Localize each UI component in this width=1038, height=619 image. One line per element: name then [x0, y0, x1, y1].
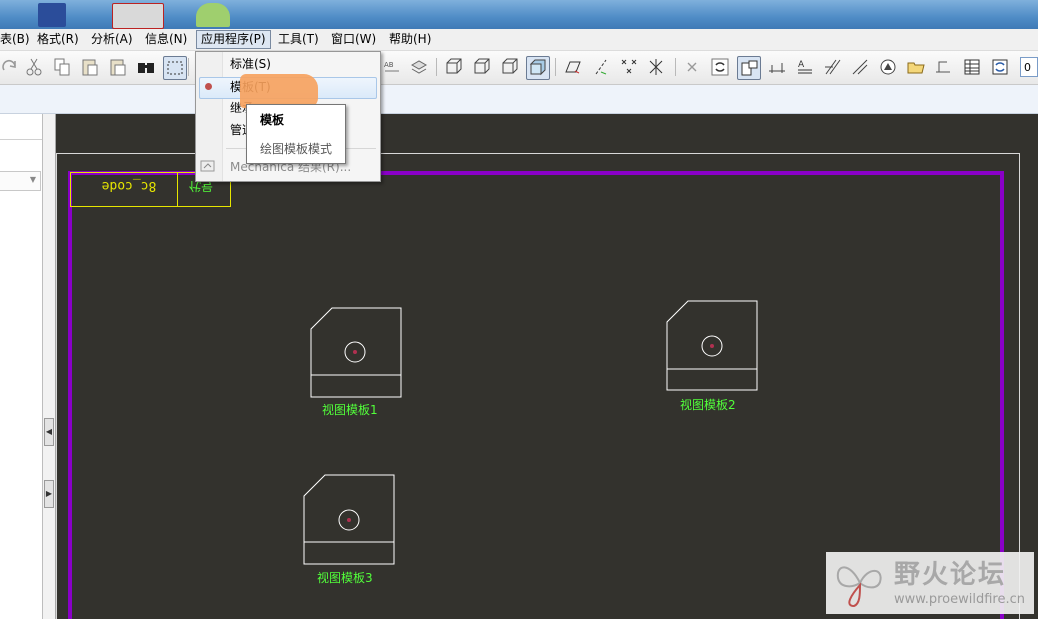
butterfly-logo-icon — [836, 566, 882, 608]
view-label-2: 视图模板2 — [680, 398, 736, 412]
tooltip-description: 绘图模板模式 — [260, 142, 333, 156]
taskbar-app-icon[interactable] — [196, 3, 230, 27]
panel-divider — [0, 139, 42, 140]
menu-analysis[interactable]: 分析(A) — [87, 31, 137, 48]
mechanica-results-icon — [200, 160, 215, 172]
select-box-icon[interactable] — [163, 56, 187, 80]
model-tree-panel[interactable]: ▼ — [0, 114, 43, 619]
slash-lines-icon[interactable] — [850, 57, 870, 77]
menu-bar: 表(B) 格式(R) 分析(A) 信息(N) 应用程序(P) 工具(T) 窗口(… — [0, 29, 1038, 51]
text-style-icon[interactable]: A — [795, 57, 815, 77]
menu-item-standard[interactable]: 标准(S) — [230, 54, 271, 74]
tree-filter-dropdown[interactable]: ▼ — [0, 171, 41, 191]
menu-window[interactable]: 窗口(W) — [327, 31, 380, 48]
menu-applications[interactable]: 应用程序(P) — [196, 30, 271, 49]
menu-table[interactable]: 表(B) — [0, 31, 34, 48]
lock-view-icon[interactable] — [737, 56, 761, 80]
watermark-title: 野火论坛 — [894, 560, 1007, 590]
collapse-left-icon[interactable]: ◀ — [44, 418, 54, 446]
view-3d-hidden-icon[interactable] — [472, 57, 492, 77]
datum-axis-icon[interactable] — [591, 57, 611, 77]
paste-icon[interactable] — [80, 57, 100, 77]
panel-splitter[interactable]: ◀ ▶ — [43, 114, 56, 619]
radio-selected-icon — [205, 83, 212, 90]
align-icon[interactable] — [767, 57, 787, 77]
edit-attach-icon[interactable] — [933, 57, 953, 77]
menu-tools[interactable]: 工具(T) — [274, 31, 323, 48]
view-template-2 — [666, 300, 758, 391]
sheet-outer-border — [56, 153, 1020, 619]
cut-icon[interactable] — [24, 57, 44, 77]
view-label-1: 视图模板1 — [322, 403, 378, 417]
toolbar-value-field[interactable]: 0 — [1020, 57, 1038, 77]
forum-watermark: 野火论坛 www.proewildfire.cn — [826, 552, 1034, 614]
view-3d-wire-icon[interactable] — [444, 57, 464, 77]
view-label-3: 视图模板3 — [317, 571, 373, 585]
view-template-3 — [303, 474, 395, 565]
datum-point-icon[interactable] — [619, 57, 639, 77]
datum-plane-icon[interactable] — [563, 57, 583, 77]
menu-tooltip: 模板 绘图模板模式 — [246, 104, 346, 164]
view-template-1 — [310, 307, 402, 398]
tooltip-title: 模板 — [260, 113, 285, 127]
svg-text:AB: AB — [384, 61, 394, 69]
regenerate-icon[interactable] — [710, 57, 730, 77]
expand-right-icon[interactable]: ▶ — [44, 480, 54, 508]
coordinate-system-icon[interactable] — [646, 57, 666, 77]
menu-info[interactable]: 信息(N) — [141, 31, 191, 48]
table-icon[interactable] — [962, 57, 982, 77]
main-toolbar: AB A 0 — [0, 51, 1038, 85]
taskbar-app-icon[interactable] — [38, 3, 66, 27]
open-folder-icon[interactable] — [906, 57, 926, 77]
copy-icon[interactable] — [52, 57, 72, 77]
orange-highlight-annotation — [240, 74, 318, 108]
symbol-icon[interactable] — [878, 57, 898, 77]
title-block-text: 8c_code — [101, 178, 157, 193]
desktop-taskbar-strip — [0, 0, 1038, 29]
drawing-canvas[interactable]: 8c_code 代号 视图模板1 视图模板2 视图模板3 — [56, 114, 1038, 619]
text-edit-icon[interactable]: AB — [382, 57, 402, 77]
menu-format[interactable]: 格式(R) — [33, 31, 83, 48]
update-table-icon[interactable] — [990, 57, 1010, 77]
view-3d-nohidden-icon[interactable] — [500, 57, 520, 77]
watermark-url: www.proewildfire.cn — [894, 592, 1025, 607]
paste-special-icon[interactable] — [108, 57, 128, 77]
hatch-icon[interactable] — [823, 57, 843, 77]
menu-help[interactable]: 帮助(H) — [385, 31, 435, 48]
redo-icon[interactable] — [0, 57, 20, 77]
find-binoculars-icon[interactable] — [136, 57, 156, 77]
close-x-icon[interactable] — [682, 57, 702, 77]
layers-icon[interactable] — [409, 57, 429, 77]
view-3d-shaded-icon[interactable] — [526, 56, 550, 80]
secondary-toolbar — [0, 85, 1038, 114]
chevron-down-icon: ▼ — [29, 175, 36, 184]
svg-text:A: A — [798, 60, 805, 70]
taskbar-app-icon[interactable] — [112, 3, 164, 29]
